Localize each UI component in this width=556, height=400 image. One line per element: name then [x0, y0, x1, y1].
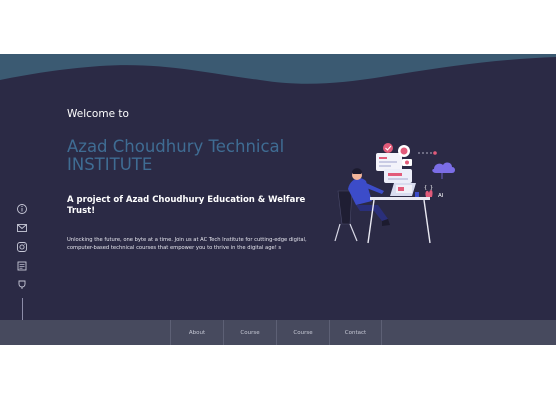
nav-course[interactable]: Course [223, 320, 276, 345]
institute-title: Azad Choudhury Technical INSTITUTE [67, 137, 285, 174]
welcome-text: Welcome to [67, 108, 129, 120]
project-subtitle: A project of Azad Choudhury Education & … [67, 195, 306, 216]
hero-description: Unlocking the future, one byte at a time… [67, 237, 307, 251]
social-divider-line [21, 298, 23, 320]
developer-illustration: { } AI [334, 143, 455, 244]
hero-wave [0, 54, 556, 114]
bottom-nav: About Course Course Contact [0, 320, 556, 345]
info-icon[interactable] [16, 203, 28, 215]
ai-badge: AI [438, 193, 444, 199]
svg-text:{ }: { } [424, 185, 433, 191]
nav-course-2[interactable]: Course [276, 320, 329, 345]
nav-about[interactable]: About [170, 320, 223, 345]
instagram-icon[interactable] [16, 241, 28, 253]
social-sidebar [15, 203, 29, 320]
document-icon[interactable] [16, 260, 28, 272]
nav-contact[interactable]: Contact [329, 320, 382, 345]
hero-section: Welcome to Azad Choudhury Technical INST… [0, 54, 556, 320]
mail-icon[interactable] [16, 222, 28, 234]
trophy-icon[interactable] [16, 279, 28, 291]
